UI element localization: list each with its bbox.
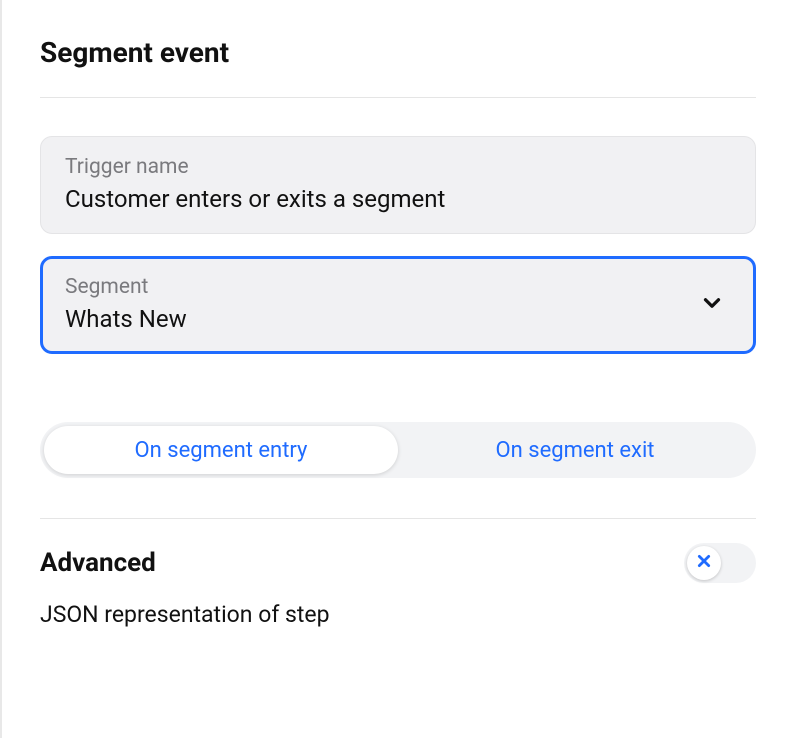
advanced-toggle-knob [687, 546, 721, 580]
advanced-description: JSON representation of step [40, 601, 756, 628]
panel-left-border [0, 0, 2, 738]
close-icon [696, 553, 712, 573]
segment-event-panel: Segment event Trigger name Customer ente… [0, 0, 796, 628]
trigger-name-label: Trigger name [65, 155, 731, 179]
advanced-header-row: Advanced [40, 543, 756, 583]
segment-select-label: Segment [65, 275, 731, 299]
segment-select-value: Whats New [65, 305, 731, 333]
advanced-toggle[interactable] [684, 543, 756, 583]
divider-advanced [40, 518, 756, 519]
segment-select[interactable]: Segment Whats New [40, 256, 756, 354]
chevron-down-icon [699, 290, 725, 320]
segment-entry-option[interactable]: On segment entry [44, 426, 398, 474]
segment-direction-toggle: On segment entry On segment exit [40, 422, 756, 478]
divider-top [40, 97, 756, 98]
trigger-name-value: Customer enters or exits a segment [65, 185, 731, 213]
advanced-title: Advanced [40, 548, 156, 578]
trigger-name-field[interactable]: Trigger name Customer enters or exits a … [40, 136, 756, 234]
segment-exit-option[interactable]: On segment exit [398, 426, 752, 474]
panel-title: Segment event [40, 36, 756, 69]
